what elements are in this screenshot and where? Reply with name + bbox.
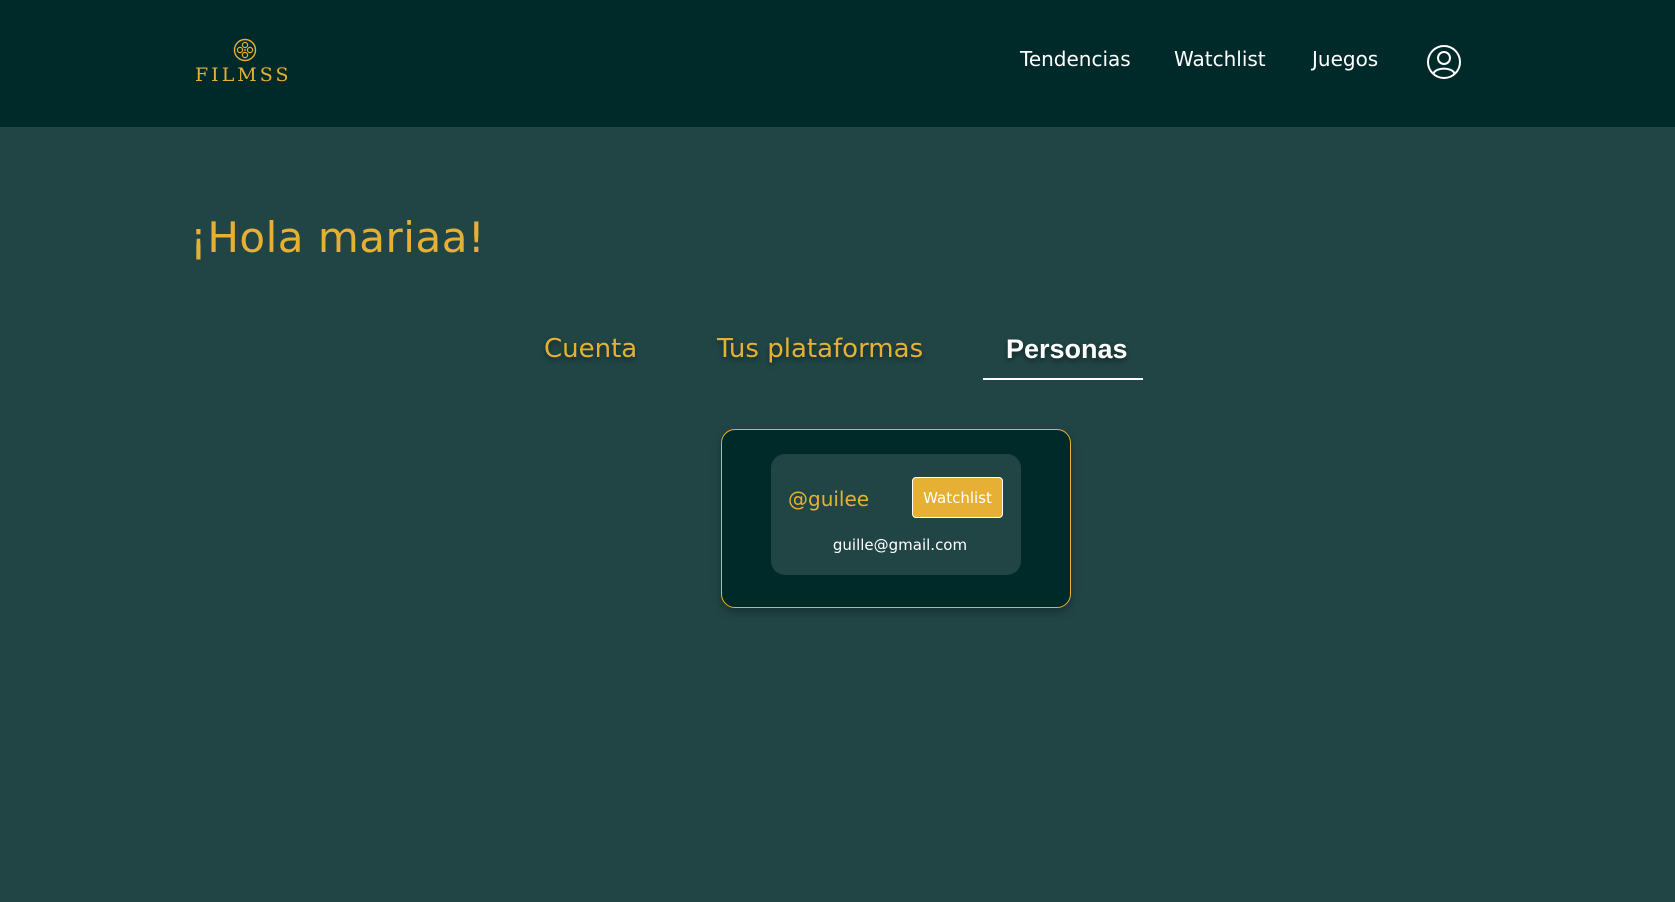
brand-name: FILMSS <box>195 64 292 86</box>
tab-personas[interactable]: Personas <box>1006 334 1128 365</box>
people-panel: @guilee Watchlist guille@gmail.com <box>721 429 1071 608</box>
tab-tus-plataformas[interactable]: Tus plataformas <box>717 334 923 364</box>
page-greeting: ¡Hola mariaa! <box>190 213 486 262</box>
watchlist-button[interactable]: Watchlist <box>912 477 1003 518</box>
user-circle-icon[interactable] <box>1426 44 1462 80</box>
brand-logo[interactable]: FILMSS <box>195 38 290 86</box>
person-email: guille@gmail.com <box>832 536 968 554</box>
film-reel-icon <box>233 38 257 62</box>
nav-link-watchlist[interactable]: Watchlist <box>1174 47 1266 71</box>
nav-link-tendencias[interactable]: Tendencias <box>1020 47 1131 71</box>
nav-link-juegos[interactable]: Juegos <box>1312 47 1378 71</box>
active-tab-indicator <box>983 378 1143 380</box>
person-username: @guilee <box>788 487 870 511</box>
tab-cuenta[interactable]: Cuenta <box>544 334 637 364</box>
header: FILMSS Tendencias Watchlist Juegos <box>0 0 1675 127</box>
person-card: @guilee Watchlist guille@gmail.com <box>771 454 1021 575</box>
